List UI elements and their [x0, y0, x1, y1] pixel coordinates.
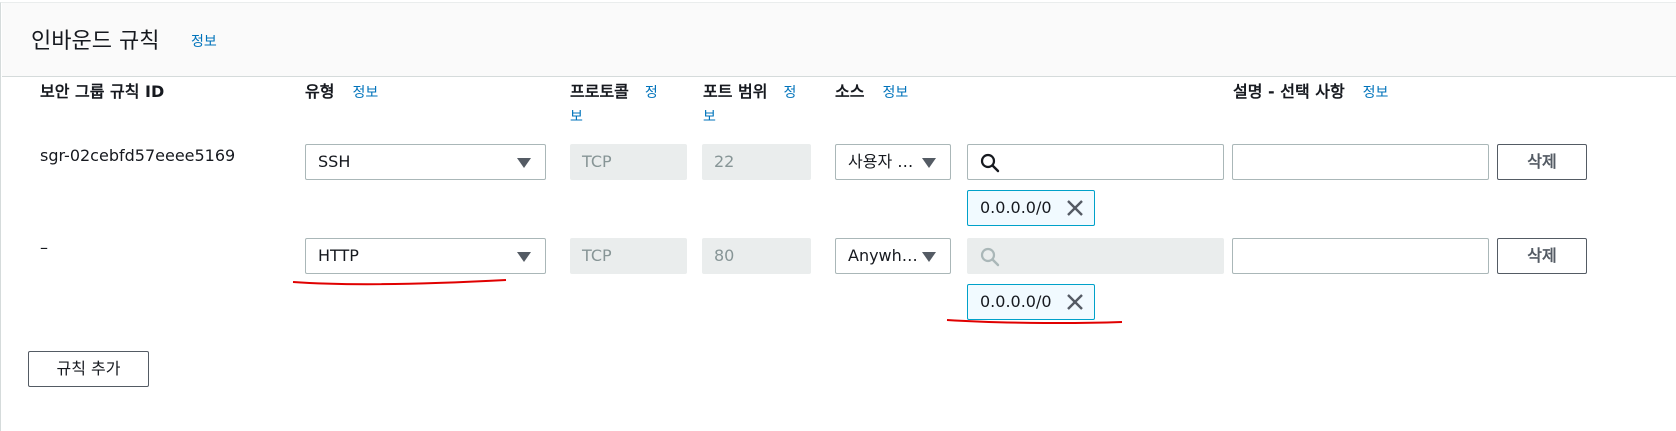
source-info-link[interactable]: 정보 — [882, 85, 908, 101]
type-select-value: HTTP — [318, 246, 359, 265]
type-info-link[interactable]: 정보 — [352, 85, 378, 101]
port-range-readonly: 80 — [702, 238, 811, 274]
protocol-info-link-wrap[interactable]: 보 — [570, 105, 658, 129]
caret-down-icon — [517, 158, 531, 168]
column-header-port-label: 포트 범위 — [703, 82, 768, 101]
caret-down-icon — [922, 158, 936, 168]
source-cidr-search-input[interactable] — [967, 144, 1224, 180]
close-icon[interactable] — [1066, 199, 1084, 217]
protocol-readonly: TCP — [570, 144, 687, 180]
close-icon[interactable] — [1066, 293, 1084, 311]
panel-info-link[interactable]: 정보 — [191, 31, 217, 51]
type-select-value: SSH — [318, 152, 351, 171]
column-header-port-range: 포트 범위 정 보 — [703, 80, 796, 129]
cidr-token-label: 0.0.0.0/0 — [980, 292, 1052, 311]
cidr-token-label: 0.0.0.0/0 — [980, 198, 1052, 217]
inbound-rules-panel: 인바운드 규칙 정보 — [0, 2, 1676, 431]
delete-rule-button[interactable]: 삭제 — [1497, 238, 1587, 274]
port-range-readonly: 22 — [702, 144, 811, 180]
panel-header: 인바운드 규칙 정보 — [2, 3, 1676, 77]
column-header-description: 설명 - 선택 사항 정보 — [1233, 80, 1388, 105]
column-header-protocol-label: 프로토콜 — [570, 82, 629, 101]
panel-title: 인바운드 규칙 — [31, 29, 160, 54]
protocol-readonly: TCP — [570, 238, 687, 274]
description-input[interactable] — [1232, 144, 1489, 180]
type-select[interactable]: SSH — [305, 144, 546, 180]
type-select[interactable]: HTTP — [305, 238, 546, 274]
search-icon — [980, 247, 1000, 267]
delete-rule-button[interactable]: 삭제 — [1497, 144, 1587, 180]
rule-id-cell: – — [40, 238, 48, 257]
caret-down-icon — [922, 252, 936, 262]
column-header-rule-id-label: 보안 그룹 규칙 ID — [40, 82, 165, 101]
caret-down-icon — [517, 252, 531, 262]
red-annotation-underline-type — [292, 279, 507, 286]
rule-id-cell: sgr-02cebfd57eeee5169 — [40, 146, 236, 165]
source-type-select[interactable]: 사용자 … — [835, 144, 951, 180]
add-rule-button[interactable]: 규칙 추가 — [28, 351, 149, 387]
column-header-protocol: 프로토콜 정 보 — [570, 80, 658, 129]
port-info-link-wrap[interactable]: 보 — [703, 105, 796, 129]
column-header-type: 유형 정보 — [305, 80, 378, 105]
column-header-source: 소스 정보 — [835, 80, 908, 105]
source-type-select[interactable]: Anywh… — [835, 238, 951, 274]
cidr-token: 0.0.0.0/0 — [967, 190, 1095, 226]
source-cidr-search-input-disabled — [967, 238, 1224, 274]
column-header-description-label: 설명 - 선택 사항 — [1233, 82, 1345, 101]
port-info-link[interactable]: 정 — [783, 85, 796, 101]
red-annotation-underline-cidr — [946, 319, 1123, 325]
column-header-type-label: 유형 — [305, 82, 335, 101]
search-icon — [980, 153, 1000, 173]
protocol-info-link[interactable]: 정 — [645, 85, 658, 101]
column-header-source-label: 소스 — [835, 82, 865, 101]
description-info-link[interactable]: 정보 — [1363, 85, 1389, 101]
description-input[interactable] — [1232, 238, 1489, 274]
column-header-rule-id: 보안 그룹 규칙 ID — [40, 80, 164, 104]
